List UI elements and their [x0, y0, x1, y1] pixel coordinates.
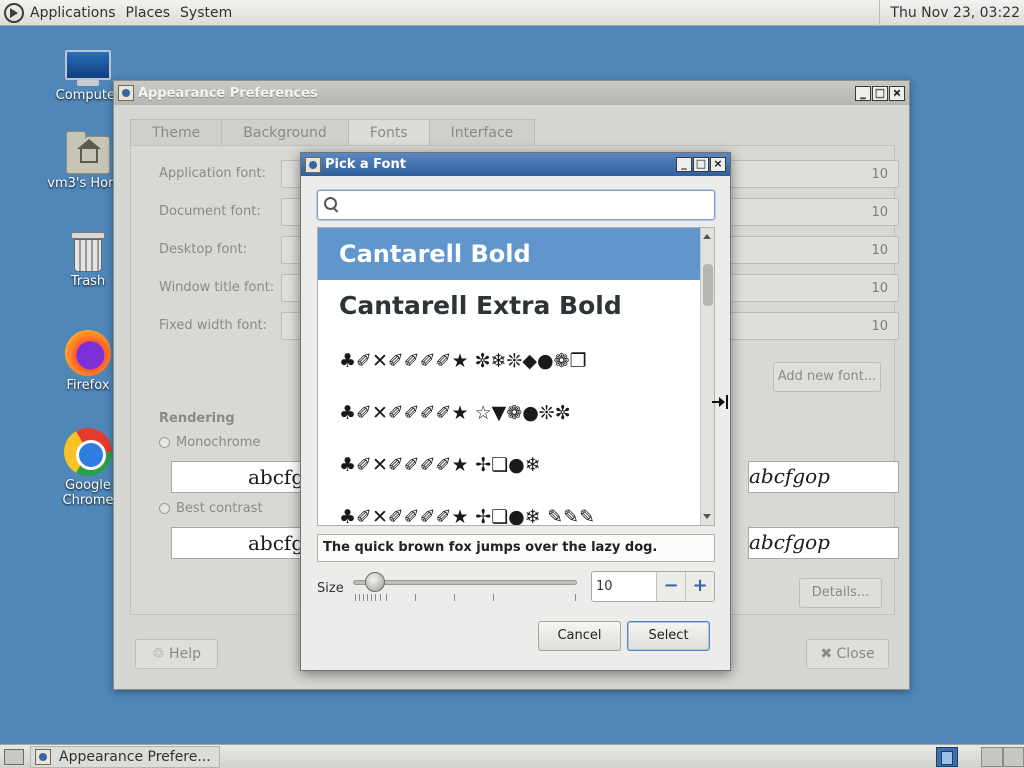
scrollbar-thumb[interactable]	[703, 264, 713, 306]
best-contrast-radio[interactable]: Best contrast	[159, 501, 263, 516]
font-preview-sample[interactable]: The quick brown fox jumps over the lazy …	[317, 534, 715, 562]
radio-circle-icon	[159, 503, 170, 514]
size-label: Size	[317, 581, 344, 596]
window-title-font-label: Window title font:	[159, 280, 275, 295]
font-size-value: 10	[871, 243, 888, 258]
system-menu[interactable]: System	[180, 5, 232, 21]
workspace-1[interactable]	[936, 747, 958, 767]
tab-bar: Theme Background Fonts Interface	[130, 119, 536, 146]
font-list-item[interactable]: ♣✐✕✐✐✐✐★ ✢❏●❄ ✎✎✎	[318, 492, 702, 525]
search-icon	[324, 197, 338, 211]
minimize-button[interactable]: _	[855, 85, 871, 101]
font-list-item[interactable]: Cantarell Extra Bold	[318, 280, 702, 332]
desktop-font-label: Desktop font:	[159, 242, 247, 257]
size-slider-ticks	[353, 594, 577, 602]
appearance-app-icon	[118, 85, 134, 101]
dialog-titlebar[interactable]: Pick a Font _ □ ×	[301, 153, 730, 176]
tab-fonts[interactable]: Fonts	[347, 119, 430, 146]
workspace-3[interactable]	[1003, 747, 1024, 767]
computer-icon	[65, 50, 111, 86]
tab-background[interactable]: Background	[221, 119, 349, 146]
close-label: Close	[836, 646, 875, 662]
font-list-item[interactable]: ♣✐✕✐✐✐✐★ ✢❏●❄	[318, 440, 702, 490]
window-title: Appearance Preferences	[138, 85, 318, 101]
scroll-down-arrow-icon[interactable]	[703, 514, 711, 519]
font-size-value: 10	[871, 281, 888, 296]
monochrome-radio[interactable]: Monochrome	[159, 435, 260, 450]
best-contrast-preview-right: abcfgop	[748, 527, 899, 559]
applications-menu[interactable]: Applications	[30, 5, 116, 21]
close-button[interactable]: ✖ Close	[806, 639, 889, 669]
maximize-button[interactable]: □	[872, 85, 888, 101]
scroll-up-arrow-icon[interactable]	[703, 234, 711, 239]
font-size-value: 10	[871, 205, 888, 220]
dialog-close-button[interactable]: ×	[710, 157, 726, 172]
help-icon: ♲	[152, 646, 170, 662]
details-button[interactable]: Details...	[799, 578, 882, 608]
places-menu[interactable]: Places	[126, 5, 171, 21]
font-list-item[interactable]: ♣✐✕✐✐✐✐★ ☆▼❁●❊✼	[318, 388, 702, 438]
rendering-heading: Rendering	[159, 411, 235, 426]
resize-cursor-icon	[712, 394, 730, 410]
window-titlebar[interactable]: Appearance Preferences _ □ ×	[114, 81, 909, 105]
dialog-maximize-button[interactable]: □	[693, 157, 709, 172]
radio-label: Best contrast	[176, 501, 263, 516]
select-button[interactable]: Select	[627, 621, 710, 651]
distro-logo-icon[interactable]	[4, 2, 24, 23]
size-slider-track[interactable]	[353, 580, 577, 585]
help-button[interactable]: ♲ Help	[135, 639, 218, 669]
font-list-item[interactable]: ♣✐✕✐✐✐✐★ ✼❄❊◆●❁❐	[318, 336, 702, 386]
close-window-button[interactable]: ×	[889, 85, 905, 101]
fixed-width-font-label: Fixed width font:	[159, 318, 268, 333]
dialog-app-icon	[305, 156, 321, 173]
pick-a-font-dialog: Pick a Font _ □ × Cantarell Bold Cantare…	[300, 152, 731, 671]
dialog-title: Pick a Font	[325, 157, 406, 172]
trash-icon	[71, 232, 105, 272]
chrome-icon	[64, 428, 112, 476]
font-list-scrollbar[interactable]	[700, 228, 714, 525]
close-icon: ✖	[820, 646, 837, 662]
taskbar-item-appearance[interactable]: Appearance Prefere...	[30, 745, 220, 768]
clock[interactable]: Thu Nov 23, 03:22	[879, 0, 1024, 26]
firefox-icon	[65, 330, 111, 376]
document-font-label: Document font:	[159, 204, 261, 219]
workspace-2[interactable]	[981, 747, 1003, 767]
taskbar-item-label: Appearance Prefere...	[59, 748, 211, 765]
bottom-panel: Appearance Prefere...	[0, 744, 1024, 768]
radio-circle-icon	[159, 437, 170, 448]
decrease-size-button[interactable]: −	[656, 572, 685, 601]
application-font-label: Application font:	[159, 166, 267, 181]
tab-theme[interactable]: Theme	[130, 119, 223, 146]
help-label: Help	[169, 646, 201, 662]
font-list-item-selected[interactable]: Cantarell Bold	[318, 228, 702, 280]
add-new-font-button[interactable]: Add new font...	[773, 362, 881, 392]
font-size-value: 10	[871, 167, 888, 182]
monochrome-preview-right: abcfgop	[748, 461, 899, 493]
increase-size-button[interactable]: +	[685, 572, 714, 601]
font-search-input[interactable]	[317, 190, 715, 220]
size-value[interactable]: 10	[592, 572, 656, 601]
dialog-minimize-button[interactable]: _	[676, 157, 692, 172]
radio-label: Monochrome	[176, 435, 261, 450]
size-spinbutton[interactable]: 10 − +	[591, 571, 715, 602]
appearance-app-icon	[35, 748, 51, 765]
font-size-value: 10	[871, 319, 888, 334]
font-list[interactable]: Cantarell Bold Cantarell Extra Bold ♣✐✕✐…	[317, 227, 715, 526]
tab-interface[interactable]: Interface	[428, 119, 536, 146]
top-panel: Applications Places System Thu Nov 23, 0…	[0, 0, 1024, 26]
cancel-button[interactable]: Cancel	[538, 621, 621, 651]
show-desktop-icon[interactable]	[4, 748, 24, 765]
size-slider-handle[interactable]	[365, 572, 386, 592]
home-folder-icon	[66, 131, 110, 174]
